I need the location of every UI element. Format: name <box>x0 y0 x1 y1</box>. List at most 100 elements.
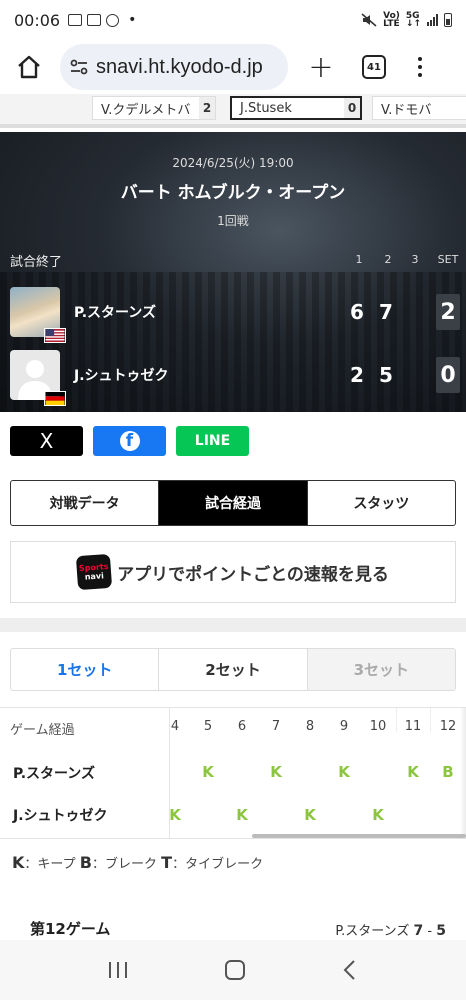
usa-flag-icon <box>44 328 66 343</box>
game-mark: K <box>236 806 248 824</box>
match-chip[interactable]: V.ドモバ <box>372 96 466 120</box>
match-round: 1回戦 <box>217 214 249 228</box>
game-mark: K <box>407 763 419 781</box>
game-mark: B <box>442 763 454 781</box>
player-row: J.シュトゥゼク 2 5 0 <box>10 349 460 406</box>
volte-icon: Vo) LTE <box>383 11 400 29</box>
battery-icon <box>444 13 452 27</box>
player-name: J.シュトゥゼク <box>74 368 169 384</box>
game-title: 第12ゲーム <box>30 920 111 938</box>
table-header: ゲーム経過 <box>10 723 75 738</box>
legend-text: ：ブレーク <box>91 857 157 872</box>
game-score-sep: - <box>427 924 433 939</box>
game-score-player: P.スターンズ <box>335 924 410 939</box>
url-text: snavi.ht.kyodo-d.jp <box>96 55 263 78</box>
tab-set-3[interactable]: 3セット <box>306 649 455 690</box>
more-notifications-icon: • <box>128 12 137 28</box>
game-number: 8 <box>305 719 315 734</box>
legend-key: B <box>79 853 92 872</box>
game-number: 4 <box>170 719 180 734</box>
table-scrollbar[interactable] <box>252 834 466 838</box>
game-score: P.スターンズ 7 - 5 <box>335 920 446 939</box>
legend-text: ：タイブレーク <box>172 857 264 872</box>
browser-toolbar: snavi.ht.kyodo-d.jp + 41 <box>0 40 466 94</box>
share-buttons: X f LINE <box>10 426 249 456</box>
set-header: SET <box>437 253 459 266</box>
player-name: P.スターンズ <box>74 305 157 321</box>
url-bar[interactable]: snavi.ht.kyodo-d.jp <box>60 44 288 90</box>
share-line-button[interactable]: LINE <box>176 426 249 456</box>
game-number: 9 <box>339 719 349 734</box>
game-mark: K <box>304 806 316 824</box>
status-bar: 00:06 • Vo) LTE 5G ↓↑ <box>0 0 466 40</box>
legend-key: T <box>161 853 173 872</box>
legend: K：キープ B：ブレーク T：タイブレーク <box>12 853 263 872</box>
mute-icon <box>361 13 377 27</box>
set-score: 6 <box>350 300 364 324</box>
more-menu-button[interactable] <box>418 57 422 77</box>
clock: 00:06 <box>14 10 61 30</box>
share-facebook-button[interactable]: f <box>93 426 166 456</box>
set-header: 3 <box>411 253 419 266</box>
game-number: 5 <box>203 719 213 734</box>
sets-won: 0 <box>436 357 460 393</box>
match-date: 2024/6/25(火) 19:00 <box>172 156 294 170</box>
new-tab-button[interactable]: + <box>306 50 336 85</box>
system-nav-bar <box>0 940 466 1000</box>
facebook-icon: f <box>119 431 140 451</box>
network-5g-icon: 5G ↓↑ <box>405 11 421 29</box>
set-score: 5 <box>379 363 393 387</box>
game-number: 12 <box>439 719 457 734</box>
game-number: 7 <box>271 719 281 734</box>
back-button[interactable] <box>340 958 360 982</box>
germany-flag-icon <box>44 391 66 406</box>
app-notification-icon <box>87 14 102 26</box>
set-header: 2 <box>384 253 392 266</box>
home-icon <box>18 55 40 79</box>
tab-set-2[interactable]: 2セット <box>158 649 306 690</box>
section-divider <box>0 618 466 632</box>
app-promo-text: アプリでポイントごとの速報を見る <box>117 564 389 585</box>
tab-stats[interactable]: スタッツ <box>306 481 455 525</box>
table-player-name: P.スターンズ <box>13 766 96 782</box>
strip-scrollbar <box>0 124 204 128</box>
app-promo-banner[interactable]: Sports navi アプリでポイントごとの速報を見る <box>10 541 456 603</box>
legend-text: ：キープ <box>24 857 76 872</box>
share-x-button[interactable]: X <box>10 426 83 456</box>
other-matches-strip[interactable]: V.クデルメトバ 2 J.Stusek 0 V.ドモバ <box>0 94 466 128</box>
player-photo-placeholder <box>10 350 66 406</box>
legend-key: K <box>12 853 25 872</box>
set-score: 2 <box>350 363 364 387</box>
tournament-name: バート ホムブルク・オープン <box>120 183 346 203</box>
game-mark: K <box>169 806 181 824</box>
player-photo <box>10 287 66 343</box>
view-tabs: 対戦データ 試合経過 スタッツ <box>10 480 456 526</box>
system-icons: Vo) LTE 5G ↓↑ <box>361 11 452 29</box>
player-row: P.スターンズ 6 7 2 <box>10 286 460 343</box>
game-number: 6 <box>237 719 247 734</box>
game-mark: K <box>270 763 282 781</box>
game-number: 11 <box>404 719 422 734</box>
table-player-name: J.シュトゥゼク <box>13 808 108 824</box>
home-button[interactable] <box>10 48 48 86</box>
game-mark: K <box>372 806 384 824</box>
tab-head-to-head[interactable]: 対戦データ <box>11 481 158 525</box>
tab-set-1[interactable]: 1セット <box>11 649 158 690</box>
game-score-b: 5 <box>436 923 446 939</box>
game-number: 10 <box>369 719 387 734</box>
game-progress-table[interactable]: ゲーム経過 P.スターンズ J.シュトゥゼク 4 5 6 7 8 9 10 11… <box>0 707 466 839</box>
game-mark: K <box>338 763 350 781</box>
match-status: 試合終了 <box>10 255 63 270</box>
match-chip[interactable]: V.クデルメトバ 2 <box>92 96 216 120</box>
set-tabs: 1セット 2セット 3セット <box>10 648 456 691</box>
game-score-a: 7 <box>413 923 424 939</box>
recent-apps-button[interactable] <box>106 960 130 980</box>
signal-icon <box>427 14 438 26</box>
tab-match-progress[interactable]: 試合経過 <box>158 481 307 525</box>
match-scoreboard: 2024/6/25(火) 19:00 バート ホムブルク・オープン 1回戦 試合… <box>0 132 466 412</box>
match-chip-selected[interactable]: J.Stusek 0 <box>230 96 362 120</box>
set-score: 7 <box>379 300 393 324</box>
sets-won: 2 <box>436 294 460 330</box>
home-nav-button[interactable] <box>223 958 247 982</box>
tab-switcher-button[interactable]: 41 <box>362 55 386 79</box>
